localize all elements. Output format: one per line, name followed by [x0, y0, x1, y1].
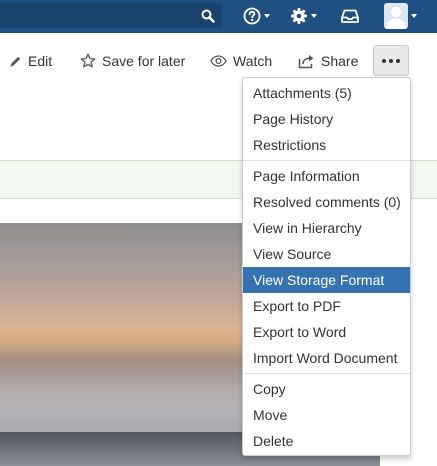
menu-item-copy[interactable]: Copy [243, 376, 410, 402]
help-menu-button[interactable] [243, 4, 270, 28]
menu-separator [243, 160, 410, 161]
edit-button[interactable]: Edit [9, 50, 52, 72]
menu-item-export-to-word[interactable]: Export to Word [243, 319, 410, 345]
search-icon[interactable] [201, 9, 215, 23]
notifications-button[interactable] [341, 4, 359, 28]
menu-item-delete[interactable]: Delete [243, 428, 410, 454]
menu-item-export-to-pdf[interactable]: Export to PDF [243, 293, 410, 319]
user-menu-caret[interactable] [411, 4, 417, 28]
menu-item-view-source[interactable]: View Source [243, 241, 410, 267]
chevron-down-icon [411, 14, 417, 18]
top-navigation-bar [0, 0, 437, 33]
menu-separator [243, 373, 410, 374]
share-button[interactable]: Share [298, 50, 358, 72]
help-icon [243, 7, 261, 25]
menu-item-page-history[interactable]: Page History [243, 106, 410, 132]
share-icon [298, 54, 314, 68]
more-dot [396, 58, 400, 63]
eye-icon [210, 55, 227, 67]
chevron-down-icon [264, 14, 270, 18]
settings-menu-button[interactable] [290, 4, 317, 28]
menu-item-move[interactable]: Move [243, 402, 410, 428]
chevron-down-icon [311, 14, 317, 18]
gear-icon [291, 8, 307, 24]
notifications-tray-icon [341, 9, 359, 23]
menu-item-attachments[interactable]: Attachments (5) [243, 80, 410, 106]
save-for-later-label: Save for later [102, 53, 186, 69]
watch-label: Watch [233, 53, 273, 69]
more-actions-menu: Attachments (5) Page History Restriction… [242, 77, 411, 456]
more-actions-button[interactable] [373, 45, 409, 76]
share-label: Share [321, 53, 359, 69]
more-dot [382, 58, 386, 63]
menu-item-view-storage-format[interactable]: View Storage Format [243, 267, 410, 293]
menu-item-restrictions[interactable]: Restrictions [243, 132, 410, 158]
user-avatar-button[interactable] [384, 3, 408, 29]
search-field[interactable] [0, 3, 222, 28]
menu-item-resolved-comments[interactable]: Resolved comments (0) [243, 189, 410, 215]
menu-item-page-information[interactable]: Page Information [243, 163, 410, 189]
menu-item-import-word-document[interactable]: Import Word Document [243, 345, 410, 371]
menu-item-view-in-hierarchy[interactable]: View in Hierarchy [243, 215, 410, 241]
save-for-later-button[interactable]: Save for later [80, 50, 185, 72]
more-dot [389, 58, 393, 63]
edit-label: Edit [28, 53, 53, 69]
user-avatar-icon [386, 6, 406, 29]
watch-button[interactable]: Watch [210, 50, 272, 72]
star-icon [80, 53, 96, 68]
pencil-icon [10, 56, 21, 67]
